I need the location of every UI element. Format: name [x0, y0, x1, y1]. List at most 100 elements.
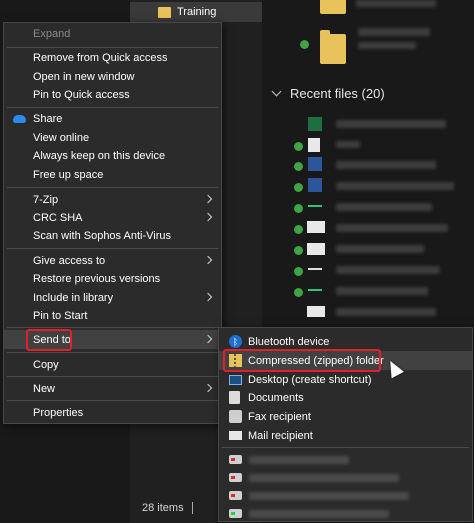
file-name-redacted [336, 224, 448, 232]
submenu-item-label: Bluetooth device [248, 335, 330, 348]
file-thumbnail-icon[interactable] [307, 306, 325, 317]
menu-item-pin-to-quick-access[interactable]: Pin to Quick access [4, 85, 221, 104]
sync-status-icon [294, 183, 303, 192]
menu-item-crc-sha[interactable]: CRC SHA [4, 208, 221, 227]
network-drive-icon [229, 473, 242, 482]
status-divider [191, 502, 193, 514]
menu-separator [222, 447, 469, 448]
submenu-item-label: Mail recipient [248, 429, 313, 442]
send-to-drive-redacted[interactable] [219, 450, 472, 469]
menu-item-expand[interactable]: Expand [4, 24, 221, 43]
desktop-icon [229, 375, 242, 385]
menu-item-label: Expand [33, 27, 71, 40]
file-thumbnail-icon[interactable] [308, 268, 322, 270]
file-name-redacted [336, 203, 432, 211]
menu-item-free-up-space[interactable]: Free up space [4, 165, 221, 184]
menu-item-new[interactable]: New [4, 379, 221, 398]
folder-name-redacted [358, 42, 416, 49]
send-to-drive-redacted[interactable] [219, 468, 472, 487]
chevron-right-icon [203, 212, 213, 222]
menu-item-properties[interactable]: Properties [4, 403, 221, 422]
submenu-item-label: Fax recipient [248, 410, 311, 423]
file-thumbnail-icon[interactable] [307, 221, 325, 233]
menu-item-share[interactable]: Share [4, 109, 221, 128]
send-to-drive-redacted[interactable] [219, 504, 472, 523]
drive-name-redacted [249, 491, 409, 500]
menu-item-label: Free up space [33, 168, 104, 181]
menu-item-view-online[interactable]: View online [4, 128, 221, 147]
submenu-item-label: Desktop (create shortcut) [248, 373, 372, 386]
menu-item-label: View online [33, 131, 90, 144]
menu-separator [7, 376, 218, 377]
fax-icon [229, 410, 242, 423]
sync-status-icon [294, 267, 303, 276]
file-name-redacted [336, 245, 424, 253]
file-name-redacted [336, 120, 446, 128]
send-to-desktop[interactable]: Desktop (create shortcut) [219, 370, 472, 389]
file-thumbnail-icon[interactable] [307, 243, 325, 255]
menu-item-label: Pin to Quick access [33, 88, 130, 101]
item-count: 28 items [142, 502, 184, 514]
sync-status-icon [300, 40, 309, 49]
menu-item-label: Share [33, 112, 63, 125]
menu-separator [7, 352, 218, 353]
recent-files-header[interactable]: Recent files (20) [270, 86, 385, 101]
menu-item-remove-from-quick-access[interactable]: Remove from Quick access [4, 48, 221, 67]
word-file-icon[interactable] [308, 157, 322, 171]
file-name-redacted [336, 308, 436, 316]
menu-item-label: Include in library [33, 291, 114, 304]
folder-icon[interactable] [320, 0, 346, 14]
menu-item-restore-previous-versions[interactable]: Restore previous versions [4, 269, 221, 288]
sync-status-icon [294, 142, 303, 151]
menu-item-pin-to-start[interactable]: Pin to Start [4, 306, 221, 325]
menu-item-give-access-to[interactable]: Give access to [4, 251, 221, 270]
menu-item-7zip[interactable]: 7-Zip [4, 190, 221, 209]
sync-status-icon [294, 225, 303, 234]
send-to-mail-recipient[interactable]: Mail recipient [219, 426, 472, 445]
annotation-highlight-zip [223, 349, 381, 372]
menu-item-label: Pin to Start [33, 309, 88, 322]
menu-separator [7, 400, 218, 401]
send-to-submenu: ᛒ Bluetooth device Compressed (zipped) f… [218, 327, 473, 522]
menu-item-scan-sophos[interactable]: Scan with Sophos Anti-Virus [4, 226, 221, 245]
menu-item-include-in-library[interactable]: Include in library [4, 288, 221, 307]
folder-icon[interactable] [320, 30, 346, 64]
onedrive-cloud-icon [13, 115, 26, 123]
file-name-redacted [336, 266, 440, 274]
send-to-documents[interactable]: Documents [219, 388, 472, 407]
documents-icon [229, 391, 240, 404]
menu-item-label: Open in new window [33, 70, 135, 83]
drive-name-redacted [249, 473, 399, 482]
drive-name-redacted [249, 509, 389, 518]
sync-status-icon [294, 162, 303, 171]
folder-name-redacted [356, 0, 436, 7]
word-file-icon[interactable] [308, 178, 322, 192]
send-to-fax-recipient[interactable]: Fax recipient [219, 407, 472, 426]
menu-separator [7, 187, 218, 188]
nav-item-training[interactable]: Training [130, 2, 262, 22]
annotation-highlight-send-to [26, 329, 72, 351]
folder-name-redacted [358, 28, 430, 36]
menu-item-always-keep[interactable]: Always keep on this device [4, 146, 221, 165]
file-thumbnail-icon[interactable] [308, 289, 322, 291]
file-name-redacted [336, 141, 360, 148]
document-file-icon[interactable] [308, 138, 320, 152]
recent-files-title: Recent files (20) [290, 86, 385, 101]
send-to-drive-redacted[interactable] [219, 486, 472, 505]
menu-item-label: New [33, 382, 56, 395]
menu-item-copy[interactable]: Copy [4, 355, 221, 374]
menu-item-label: 7-Zip [33, 193, 59, 206]
menu-item-label: Properties [33, 406, 84, 419]
chevron-right-icon [203, 383, 213, 393]
excel-file-icon[interactable] [308, 117, 322, 131]
sync-status-icon [294, 288, 303, 297]
menu-item-label: Restore previous versions [33, 272, 161, 285]
context-menu: Expand Remove from Quick access Open in … [3, 22, 222, 424]
mail-icon [229, 431, 242, 440]
menu-item-open-in-new-window[interactable]: Open in new window [4, 67, 221, 86]
file-name-redacted [336, 161, 436, 169]
network-drive-icon [229, 491, 242, 500]
file-thumbnail-icon[interactable] [308, 205, 322, 207]
chevron-right-icon [203, 255, 213, 265]
menu-separator [7, 107, 218, 108]
